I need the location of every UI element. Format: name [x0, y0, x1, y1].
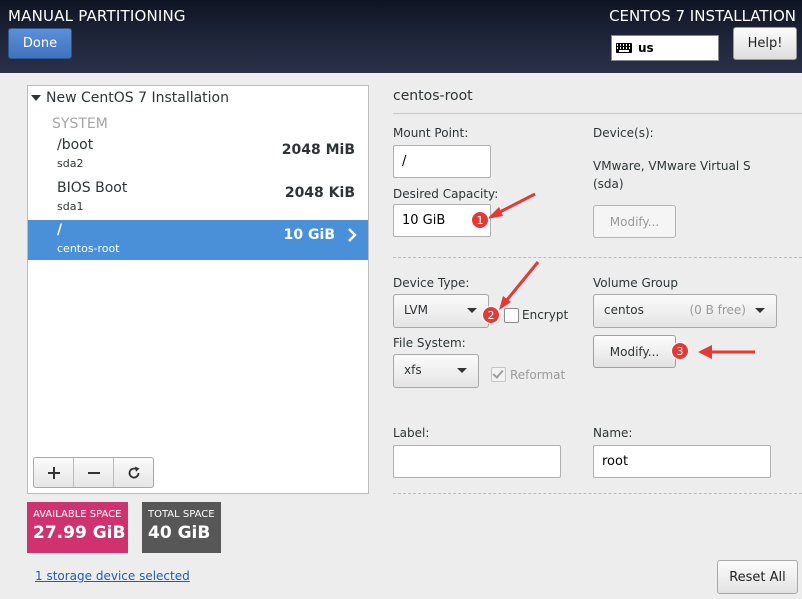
- help-button[interactable]: Help!: [733, 27, 797, 60]
- mount-size: 2048 KiB: [284, 185, 355, 201]
- label-field-label: Label:: [393, 426, 430, 440]
- remove-mount-point-button[interactable]: [74, 458, 114, 487]
- file-system-combo[interactable]: xfs: [393, 354, 479, 388]
- mount-device: centos-root: [57, 242, 120, 255]
- mount-row-boot[interactable]: /boot sda2 2048 MiB: [28, 135, 368, 175]
- mount-size: 10 GiB: [283, 227, 335, 243]
- devices-line-1: VMware, VMware Virtual S: [593, 159, 751, 173]
- devices-label: Device(s):: [593, 126, 654, 140]
- mount-row-bios-boot[interactable]: BIOS Boot sda1 2048 KiB: [28, 178, 368, 218]
- dropdown-arrow-icon: [755, 308, 765, 313]
- done-button[interactable]: Done: [8, 28, 72, 59]
- installation-group-title: New CentOS 7 Installation: [46, 90, 229, 106]
- reset-all-button[interactable]: Reset All: [717, 560, 798, 594]
- total-space-label: TOTAL SPACE: [148, 509, 215, 520]
- mount-name: /boot: [57, 137, 94, 153]
- device-type-combo[interactable]: LVM: [393, 294, 489, 328]
- partition-toolbar: [33, 457, 154, 488]
- expander-triangle-icon: [31, 95, 41, 101]
- chevron-right-icon: [348, 228, 357, 242]
- file-system-label: File System:: [393, 336, 466, 350]
- file-system-value: xfs: [404, 363, 422, 377]
- keyboard-icon: [616, 43, 632, 53]
- annotation-badge-3: 3: [671, 342, 689, 360]
- mount-point-label: Mount Point:: [393, 126, 469, 140]
- annotation-badge-1: 1: [471, 211, 489, 229]
- volume-group-modify-button[interactable]: Modify...: [593, 335, 676, 368]
- mount-device: sda1: [57, 200, 84, 213]
- available-space-value: 27.99 GiB: [33, 523, 126, 543]
- name-input[interactable]: root: [593, 445, 771, 478]
- storage-devices-link[interactable]: 1 storage device selected: [35, 569, 190, 583]
- refresh-button[interactable]: [114, 458, 153, 487]
- mount-point-input[interactable]: /: [393, 145, 491, 178]
- device-type-value: LVM: [404, 303, 428, 317]
- device-type-label: Device Type:: [393, 276, 470, 290]
- devices-line-2: (sda): [593, 177, 624, 191]
- available-space-label: AVAILABLE SPACE: [33, 509, 122, 520]
- volume-group-combo[interactable]: centos (0 B free): [593, 294, 777, 328]
- desired-capacity-label: Desired Capacity:: [393, 187, 499, 201]
- total-space-value: 40 GiB: [148, 523, 211, 543]
- installation-group-header[interactable]: New CentOS 7 Installation: [31, 90, 229, 106]
- reformat-label: Reformat: [510, 368, 566, 382]
- keyboard-layout-label: us: [638, 41, 654, 55]
- system-section-label: SYSTEM: [52, 116, 108, 132]
- encrypt-label: Encrypt: [522, 308, 569, 322]
- selected-mount-title: centos-root: [393, 88, 473, 104]
- top-bar: MANUAL PARTITIONING Done CENTOS 7 INSTAL…: [0, 0, 802, 73]
- dropdown-arrow-icon: [457, 368, 467, 373]
- available-space-box: AVAILABLE SPACE 27.99 GiB: [27, 502, 128, 553]
- plus-icon: [47, 466, 60, 479]
- mount-name: BIOS Boot: [57, 180, 128, 196]
- volume-group-label: Volume Group: [593, 276, 678, 290]
- mount-name: /: [57, 222, 63, 238]
- total-space-box: TOTAL SPACE 40 GiB: [142, 502, 221, 553]
- add-mount-point-button[interactable]: [34, 458, 74, 487]
- section-divider: [393, 257, 802, 258]
- encrypt-checkbox[interactable]: [504, 308, 519, 323]
- bottom-divider: [393, 493, 802, 494]
- mount-size: 2048 MiB: [281, 142, 355, 158]
- mount-device: sda2: [57, 157, 84, 170]
- devices-description: VMware, VMware Virtual S (sda): [593, 157, 751, 193]
- reformat-checkbox[interactable]: [491, 367, 506, 382]
- refresh-icon: [128, 466, 139, 478]
- installation-title: CENTOS 7 INSTALLATION: [609, 7, 796, 25]
- mount-point-list: New CentOS 7 Installation SYSTEM /boot s…: [27, 85, 369, 494]
- annotation-badge-2: 2: [482, 306, 500, 324]
- checkmark-icon: [492, 367, 504, 379]
- volume-group-value: centos: [604, 303, 644, 317]
- title-divider: [393, 113, 802, 114]
- label-input[interactable]: [393, 445, 561, 478]
- keyboard-layout-indicator[interactable]: us: [611, 35, 719, 61]
- annotation-arrow-2: [499, 261, 540, 310]
- spoke-title: MANUAL PARTITIONING: [8, 7, 186, 25]
- annotation-arrow-3: [698, 345, 755, 359]
- volume-group-free: (0 B free): [689, 303, 746, 317]
- name-field-label: Name:: [593, 426, 633, 440]
- dropdown-arrow-icon: [467, 308, 477, 313]
- mount-row-root[interactable]: / centos-root 10 GiB: [28, 220, 368, 260]
- devices-modify-button[interactable]: Modify...: [593, 205, 676, 238]
- minus-icon: [87, 471, 100, 474]
